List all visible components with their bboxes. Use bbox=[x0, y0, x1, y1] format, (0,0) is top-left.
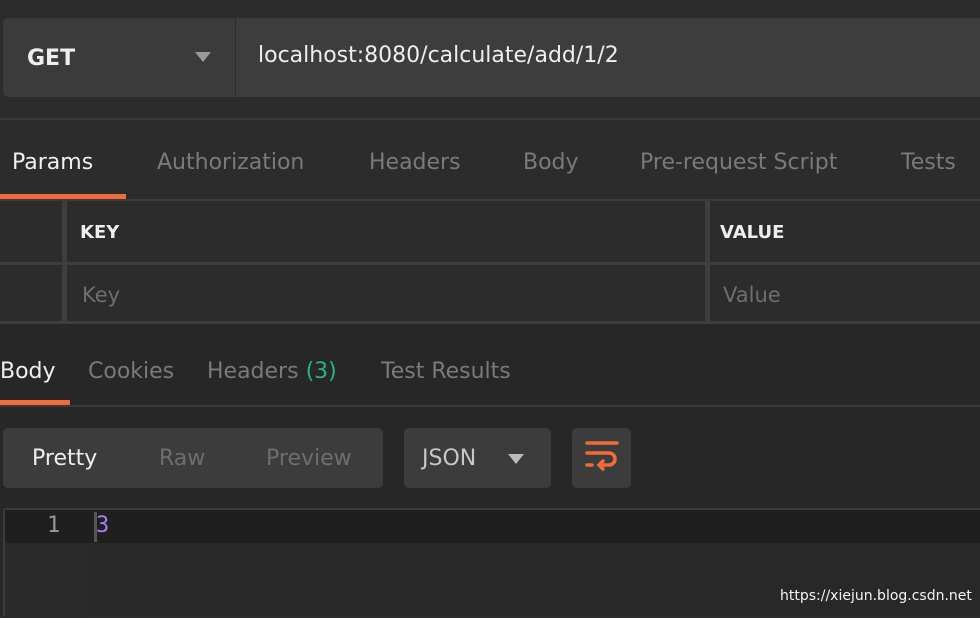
method-label: GET bbox=[27, 46, 76, 71]
divider bbox=[0, 199, 980, 201]
response-tab-body[interactable]: Body bbox=[0, 359, 56, 384]
key-input[interactable]: Key bbox=[82, 283, 120, 307]
watermark: https://xiejun.blog.csdn.net bbox=[780, 588, 972, 604]
key-column-header: KEY bbox=[80, 222, 120, 243]
pretty-button[interactable]: Pretty bbox=[32, 446, 97, 471]
chevron-down-icon bbox=[508, 454, 524, 464]
response-tab-cookies[interactable]: Cookies bbox=[88, 359, 174, 384]
wrap-lines-button[interactable] bbox=[572, 428, 631, 488]
row-divider bbox=[0, 262, 980, 265]
response-tab-test-results[interactable]: Test Results bbox=[381, 359, 511, 384]
chevron-down-icon bbox=[195, 52, 211, 62]
preview-button[interactable]: Preview bbox=[266, 446, 352, 471]
wrap-lines-icon bbox=[585, 441, 619, 471]
divider bbox=[0, 118, 980, 120]
tab-pre-request-script[interactable]: Pre-request Script bbox=[640, 150, 837, 175]
editor-line bbox=[5, 510, 980, 543]
headers-label: Headers bbox=[207, 359, 299, 384]
response-tab-headers[interactable]: Headers (3) bbox=[207, 359, 337, 384]
method-select[interactable]: GET bbox=[3, 18, 235, 97]
value-input[interactable]: Value bbox=[723, 283, 781, 307]
url-input[interactable]: localhost:8080/calculate/add/1/2 bbox=[236, 18, 980, 97]
value-column-header: VALUE bbox=[720, 222, 785, 243]
tab-tests[interactable]: Tests bbox=[901, 150, 956, 175]
tab-headers[interactable]: Headers bbox=[369, 150, 461, 175]
url-text: localhost:8080/calculate/add/1/2 bbox=[258, 43, 619, 68]
line-number: 1 bbox=[47, 513, 61, 538]
tab-params[interactable]: Params bbox=[12, 150, 93, 175]
headers-count: (3) bbox=[305, 359, 337, 384]
tab-body[interactable]: Body bbox=[523, 150, 579, 175]
raw-button[interactable]: Raw bbox=[159, 446, 205, 471]
format-label: JSON bbox=[422, 446, 477, 471]
response-value: 3 bbox=[96, 513, 110, 538]
tab-authorization[interactable]: Authorization bbox=[157, 150, 304, 175]
divider bbox=[0, 405, 980, 407]
